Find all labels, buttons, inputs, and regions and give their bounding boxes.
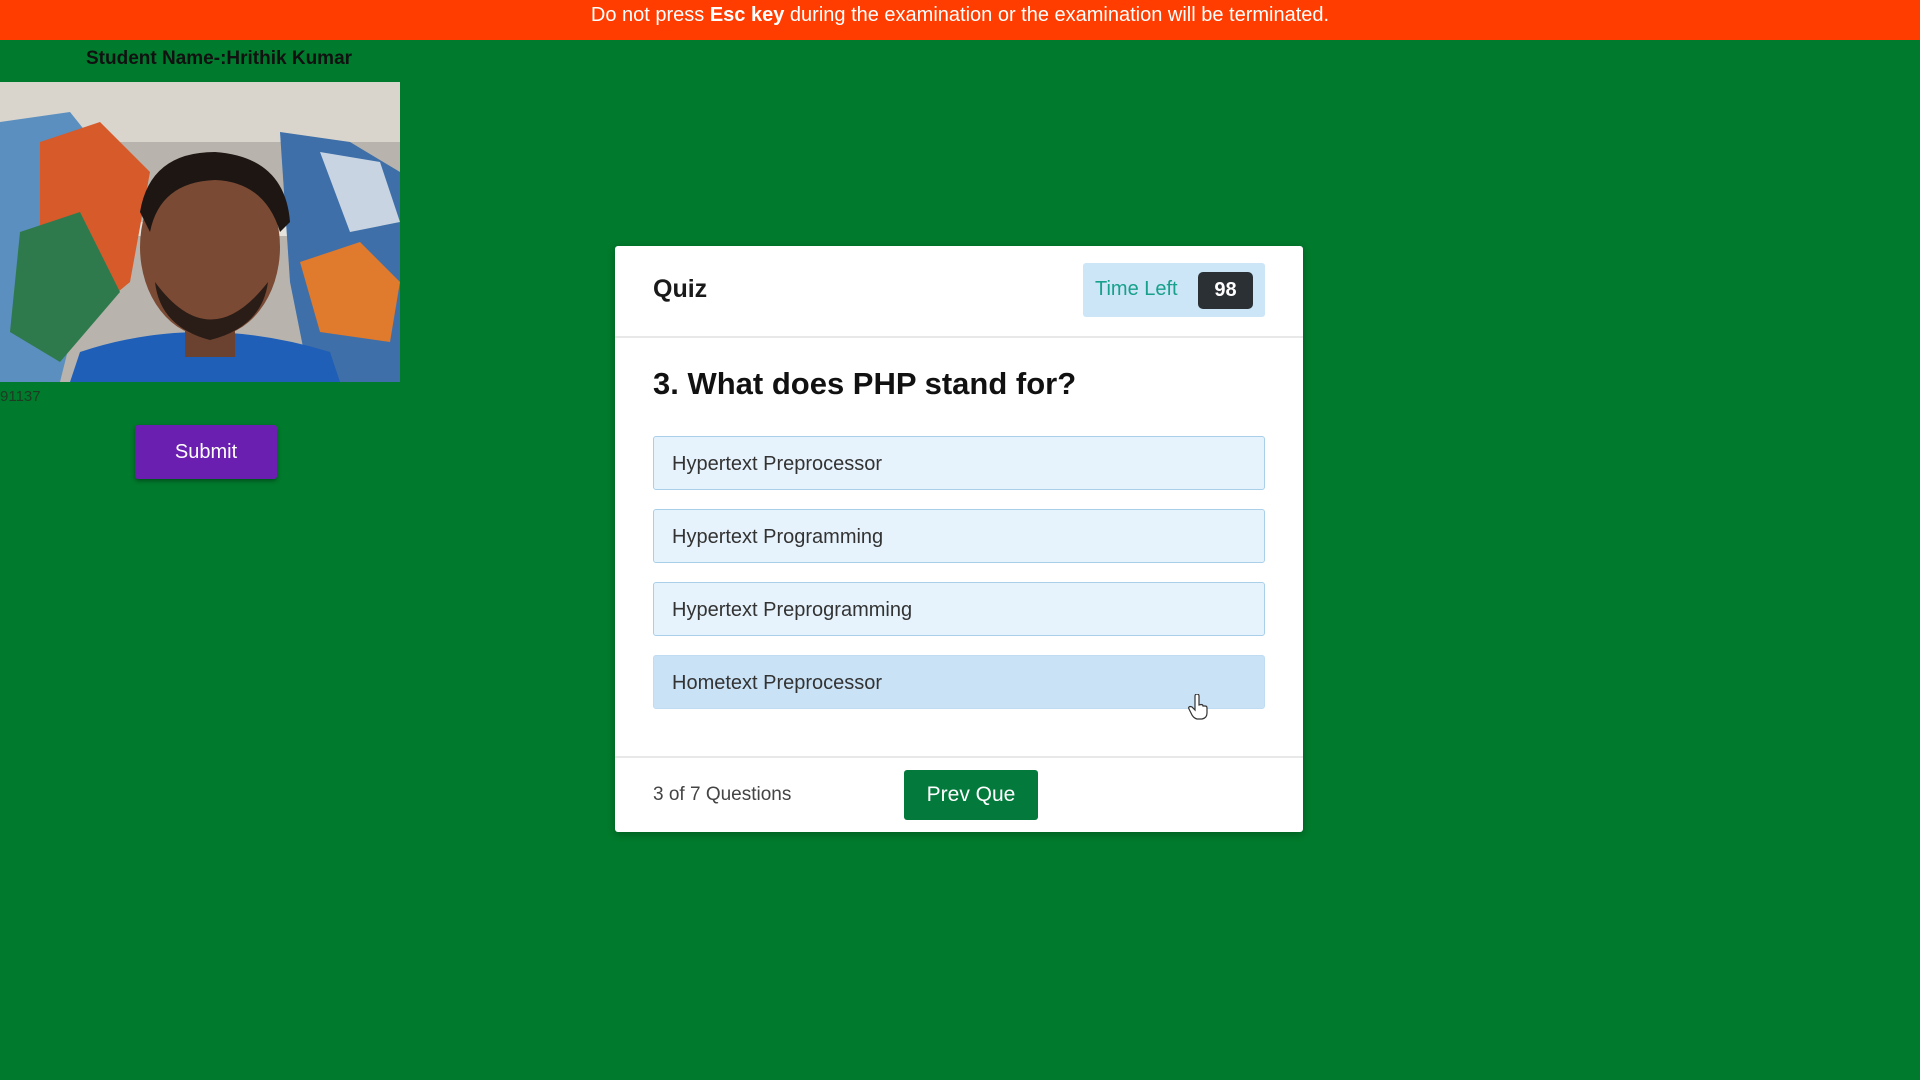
answer-option[interactable]: Hypertext Programming: [653, 509, 1265, 563]
answer-option-label: Hypertext Preprocessor: [672, 453, 883, 475]
question-text: 3. What does PHP stand for?: [653, 366, 1077, 401]
answer-option[interactable]: Hometext Preprocessor: [653, 655, 1265, 720]
submit-button[interactable]: Submit: [135, 425, 277, 479]
warning-key: Esc key: [709, 4, 785, 26]
answer-option-label: Hometext Preprocessor: [672, 672, 883, 694]
answer-option[interactable]: Hypertext Preprogramming: [653, 582, 1265, 636]
webcam-code: 91137: [0, 388, 41, 405]
student-name: Student Name-:Hrithik Kumar: [86, 48, 353, 69]
quiz-card: Quiz Time Left 98 3. What does PHP stand…: [615, 246, 1303, 832]
quiz-header: Quiz Time Left 98: [615, 246, 1303, 338]
quiz-footer: 3 of 7 Questions Prev Que: [615, 756, 1303, 834]
exam-warning-banner: Do not press Esc key during the examinat…: [0, 0, 1920, 40]
question-progress: 3 of 7 Questions: [653, 784, 792, 805]
answer-options: Hypertext Preprocessor Hypertext Program…: [653, 436, 1265, 728]
quiz-title: Quiz: [653, 275, 708, 303]
prev-question-button[interactable]: Prev Que: [904, 770, 1038, 820]
timer: Time Left 98: [1083, 263, 1265, 317]
hand-pointer-icon: [1188, 693, 1208, 725]
answer-option-label: Hypertext Preprogramming: [672, 599, 913, 621]
timer-value-badge: 98: [1198, 272, 1253, 309]
webcam-feed: [0, 82, 400, 382]
warning-text-suffix: during the examination or the examinatio…: [784, 4, 1330, 26]
warning-text-prefix: Do not press: [590, 4, 710, 26]
timer-label: Time Left: [1095, 278, 1178, 300]
answer-option[interactable]: Hypertext Preprocessor: [653, 436, 1265, 490]
answer-option-label: Hypertext Programming: [672, 526, 884, 548]
